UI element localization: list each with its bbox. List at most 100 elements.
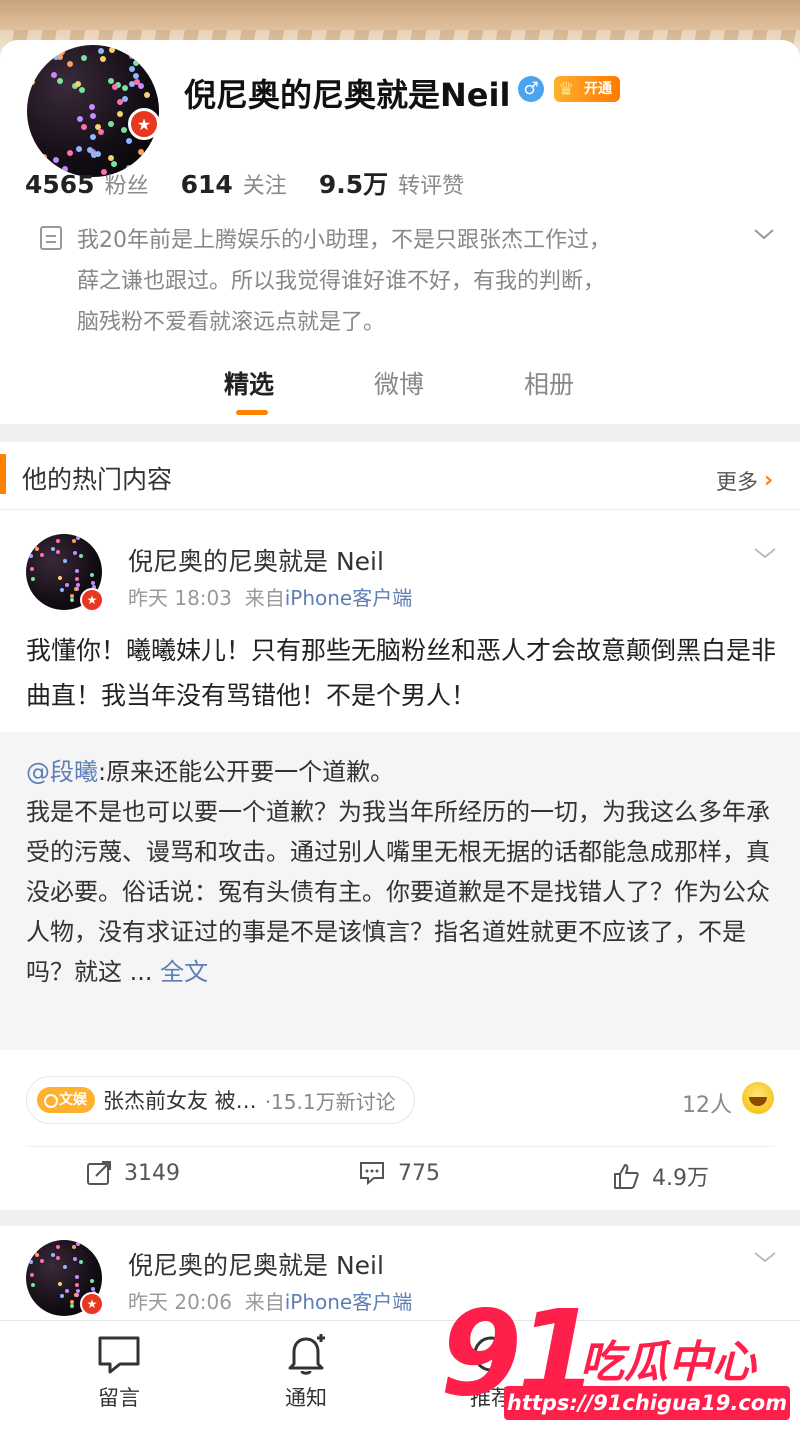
stat-followers[interactable]: 4565 粉丝	[25, 168, 149, 200]
avatar-sparkle	[75, 1275, 79, 1279]
avatar-sparkle	[40, 1259, 44, 1263]
post-meta: 昨天 20:06 来自iPhone客户端	[128, 1286, 412, 1315]
post-menu-chevron-icon[interactable]	[752, 1244, 778, 1270]
avatar-sparkle	[117, 111, 123, 117]
avatar-sparkle	[56, 1245, 60, 1249]
message-icon	[98, 1336, 140, 1374]
bio-text: 我20年前是上腾娱乐的小助理，不是只跟张杰工作过， 薛之谦也跟过。所以我觉得谁好…	[77, 220, 677, 343]
avatar-sparkle	[122, 96, 128, 102]
laughing-emoji-icon[interactable]	[742, 1082, 774, 1114]
post-text[interactable]: 我懂你！曦曦妹儿！只有那些无脑粉丝和恶人才会故意颠倒黑白是非曲直！我当年没有骂错…	[26, 628, 776, 718]
vip-badge-icon: ★	[80, 1292, 104, 1316]
avatar-sparkle	[32, 1304, 36, 1308]
avatar-sparkle	[70, 594, 74, 598]
avatar-sparkle	[32, 598, 36, 602]
comment-button[interactable]: 775	[358, 1160, 440, 1186]
tab-album[interactable]: 相册	[524, 365, 574, 401]
avatar-sparkle	[109, 47, 115, 53]
avatar-sparkle	[73, 1257, 77, 1261]
bio-line: 薛之谦也跟过。所以我觉得谁好谁不好，有我的判断，	[77, 269, 606, 294]
avatar-sparkle	[59, 49, 65, 55]
avatar-sparkle	[79, 1260, 83, 1264]
profile-username: 倪尼奥的尼奥就是Neil	[184, 76, 511, 114]
bio-line: 我20年前是上腾娱乐的小助理，不是只跟张杰工作过，	[77, 228, 611, 253]
people-count: 12人	[682, 1093, 732, 1118]
avatar-sparkle	[29, 79, 35, 85]
avatar-sparkle	[75, 569, 79, 573]
avatar-sparkle	[90, 134, 96, 140]
male-gender-icon: ♂	[518, 76, 544, 102]
nav-message[interactable]: 留言	[74, 1334, 164, 1412]
avatar-sparkle	[30, 567, 34, 571]
watermark-title: 吃瓜中心	[580, 1337, 756, 1388]
avatar-sparkle	[90, 573, 94, 577]
divider	[26, 1146, 774, 1147]
avatar-sparkle	[108, 155, 114, 161]
stat-following[interactable]: 614 关注	[181, 168, 287, 200]
avatar-sparkle	[58, 1282, 62, 1286]
chevron-right-icon[interactable]: ›	[764, 468, 773, 493]
post-menu-chevron-icon[interactable]	[752, 540, 778, 566]
like-count: 4.9万	[652, 1166, 709, 1191]
avatar-sparkle	[51, 547, 55, 551]
avatar-sparkle	[153, 156, 159, 162]
post-time: 昨天 20:06	[128, 1290, 232, 1314]
avatar-sparkle	[90, 113, 96, 119]
post-from: 来自	[244, 586, 285, 610]
full-text-link[interactable]: 全文	[160, 958, 208, 986]
vip-open-badge[interactable]: ♛ 开通	[554, 76, 620, 102]
nav-notification[interactable]: 通知	[261, 1334, 351, 1412]
post-time: 昨天 18:03	[128, 586, 232, 610]
active-tab-indicator	[236, 410, 268, 415]
more-link[interactable]: 更多	[716, 466, 758, 496]
tab-weibo[interactable]: 微博	[374, 365, 424, 401]
like-button[interactable]: 4.9万	[612, 1160, 709, 1192]
avatar-sparkle	[70, 1304, 74, 1308]
avatar-sparkle	[56, 1256, 60, 1260]
post-author[interactable]: 倪尼奥的尼奥就是 Neil	[128, 1246, 384, 1282]
avatar-sparkle	[33, 544, 37, 548]
avatar-sparkle	[79, 554, 83, 558]
stat-interactions[interactable]: 9.5万 转评赞	[319, 165, 464, 201]
stat-value: 9.5万	[318, 170, 389, 199]
mention-link[interactable]: @段曦	[26, 758, 98, 786]
section-accent-bar	[0, 454, 6, 494]
avatar-sparkle	[151, 45, 157, 51]
avatar-sparkle	[29, 1260, 33, 1264]
avatar-sparkle	[98, 48, 104, 54]
profile-tabs: 精选 微博 相册	[0, 365, 800, 420]
avatar-sparkle	[138, 149, 144, 155]
bio-expand-chevron-icon[interactable]	[752, 222, 776, 246]
repost-button[interactable]: 3149	[86, 1160, 180, 1186]
avatar-sparkle	[67, 61, 73, 67]
post-divider	[0, 1210, 800, 1226]
avatar-sparkle	[75, 577, 79, 581]
watermark-logo: 91 吃瓜中心 https://91chigua19.com	[440, 1284, 795, 1425]
avatar-sparkle	[56, 550, 60, 554]
avatar-sparkle	[53, 54, 59, 60]
post-source[interactable]: iPhone客户端	[285, 586, 413, 610]
avatar-sparkle	[31, 1283, 35, 1287]
stat-label: 转评赞	[398, 174, 465, 199]
avatar-sparkle	[91, 152, 97, 158]
post-meta: 昨天 18:03 来自iPhone客户端	[128, 582, 412, 611]
topic-pill[interactable]: 文娱 张杰前女友 被… ·15.1万新讨论	[26, 1076, 415, 1124]
tab-featured[interactable]: 精选	[224, 365, 274, 401]
avatar-sparkle	[108, 78, 114, 84]
repost-first-line: :原来还能公开要一个道歉。	[98, 758, 395, 786]
repost-text: @段曦:原来还能公开要一个道歉。 我是不是也可以要一个道歉？为我当年所经历的一切…	[26, 752, 776, 992]
avatar-sparkle	[74, 1293, 78, 1297]
topic-tag: 文娱	[37, 1087, 95, 1113]
avatar-sparkle	[129, 66, 135, 72]
avatar-sparkle	[60, 1294, 64, 1298]
avatar-sparkle	[90, 1279, 94, 1283]
open-badge-label: 开通	[584, 81, 612, 97]
avatar-sparkle	[81, 55, 87, 61]
avatar-sparkle	[70, 1300, 74, 1304]
watermark-url: https://91chigua19.com	[504, 1386, 790, 1420]
post-author[interactable]: 倪尼奥的尼奥就是 Neil	[128, 542, 384, 578]
post-source[interactable]: iPhone客户端	[285, 1290, 413, 1314]
bell-icon	[288, 1334, 325, 1375]
section-divider	[0, 424, 800, 442]
stat-label: 关注	[242, 174, 287, 199]
